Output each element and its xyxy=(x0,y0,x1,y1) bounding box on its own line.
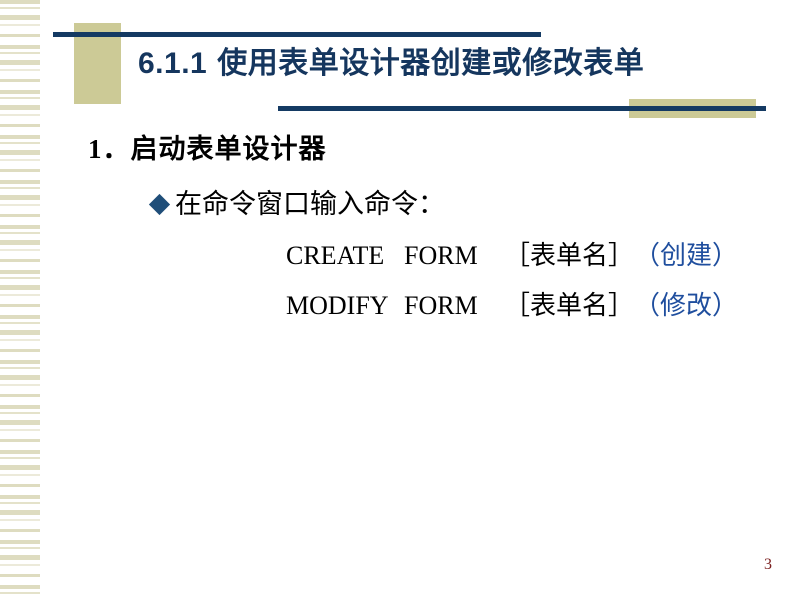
body-item-2-label: 在命令窗口输入命令： xyxy=(175,189,445,219)
command-note: （修改） xyxy=(634,291,739,320)
body-item-1-label: 1．启动表单设计器 xyxy=(88,134,327,164)
slide-title: 6.1.1 使用表单设计器创建或修改表单 xyxy=(138,44,758,84)
command-argument: ［表单名］ xyxy=(504,291,635,320)
header-rule-top xyxy=(53,32,541,37)
body-item-1: 1．启动表单设计器 xyxy=(88,130,327,168)
command-keyword: MODIFY xyxy=(286,291,389,320)
presentation-slide: 6.1.1 使用表单设计器创建或修改表单 1．启动表单设计器 在命令窗口输入命令：… xyxy=(0,0,800,600)
command-line-modify: MODIFY FORM ［表单名］（修改） xyxy=(286,288,738,324)
body-item-2: 在命令窗口输入命令： xyxy=(148,185,445,223)
command-object: FORM xyxy=(404,241,478,270)
command-note: （创建） xyxy=(634,241,739,270)
header-rule-bottom xyxy=(278,106,766,111)
command-argument: ［表单名］ xyxy=(504,241,635,270)
diamond-bullet-icon xyxy=(148,193,171,215)
command-object: FORM xyxy=(404,291,478,320)
slide-title-number: 6.1.1 xyxy=(138,47,208,80)
slide-body: 1．启动表单设计器 在命令窗口输入命令： CREATE FORM ［表单名］（创建）… xyxy=(0,130,800,390)
page-number: 3 xyxy=(764,556,772,573)
slide-title-text: 使用表单设计器创建或修改表单 xyxy=(217,47,645,80)
command-keyword: CREATE xyxy=(286,241,385,270)
command-line-create: CREATE FORM ［表单名］（创建） xyxy=(286,238,738,274)
